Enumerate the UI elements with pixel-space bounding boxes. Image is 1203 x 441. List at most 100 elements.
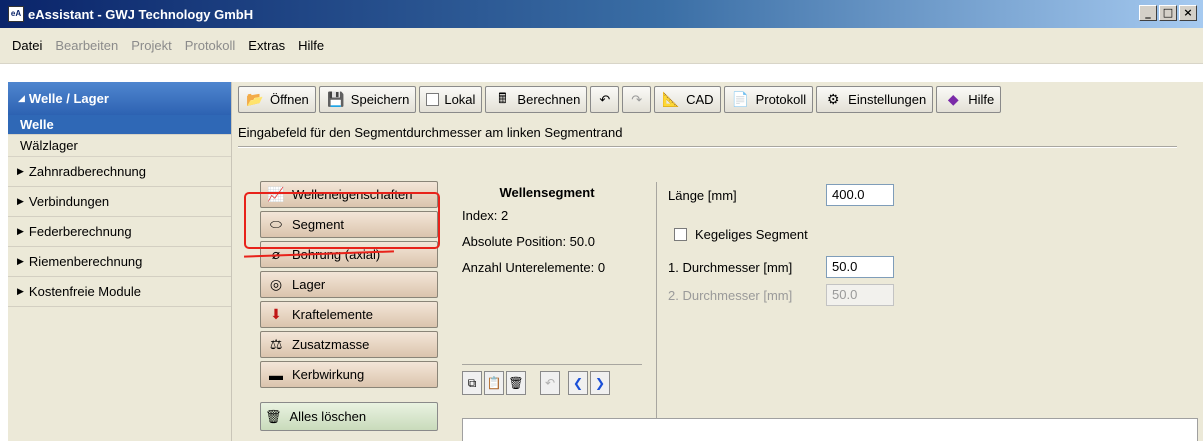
notch-effect-button[interactable]: ▬ Kerbwirkung xyxy=(260,361,438,388)
open-label: Öffnen xyxy=(270,92,309,107)
protocol-button[interactable]: 📄 Protokoll xyxy=(723,86,814,113)
clear-all-button[interactable]: 🗑 Alles löschen xyxy=(260,402,438,431)
sidebar-item-waelzlager[interactable]: Wälzlager xyxy=(8,135,231,157)
sidebar-item-label: Riemenberechnung xyxy=(28,254,143,269)
menu-bearbeiten[interactable]: Bearbeiten xyxy=(55,38,118,53)
undo-icon: ↶ xyxy=(599,91,611,107)
sidebar-item-welle[interactable]: Welle xyxy=(8,115,231,135)
next-segment-button[interactable]: ❯ xyxy=(590,371,610,395)
paste-segment-button[interactable]: 📋 xyxy=(484,371,504,395)
sidebar-item-label: Federberechnung xyxy=(28,224,132,239)
chevron-left-icon: ❮ xyxy=(572,376,584,390)
settings-label: Einstellungen xyxy=(848,92,927,107)
cad-button[interactable]: 📐 CAD xyxy=(654,86,721,113)
sidebar-item-verbindungen[interactable]: ▶ Verbindungen xyxy=(8,187,231,217)
diameter2-input: 50.0 xyxy=(826,284,894,306)
cad-icon: 📐 xyxy=(662,91,680,107)
additional-mass-button[interactable]: ⚖ Zusatzmasse xyxy=(260,331,438,358)
menu-hilfe[interactable]: Hilfe xyxy=(298,38,324,53)
length-label: Länge [mm] xyxy=(668,187,737,203)
force-elements-label: Kraftelemente xyxy=(292,307,373,322)
collapsed-arrow-icon: ▶ xyxy=(17,166,24,176)
collapsed-arrow-icon: ▶ xyxy=(17,286,24,296)
paste-icon: 📋 xyxy=(486,376,502,390)
conical-checkbox[interactable] xyxy=(674,228,687,241)
sidebar: ◢ Welle / Lager Welle Wälzlager ▶ Zahnra… xyxy=(8,82,232,441)
menu-projekt[interactable]: Projekt xyxy=(131,38,171,53)
divider xyxy=(238,146,1177,148)
checkbox-icon xyxy=(426,93,440,106)
sidebar-item-label: Zahnradberechnung xyxy=(28,164,147,179)
undo-icon: ↶ xyxy=(544,376,556,390)
settings-icon: ⚙ xyxy=(826,91,840,107)
conical-row: Kegeliges Segment xyxy=(674,227,808,242)
settings-button[interactable]: ⚙ Einstellungen xyxy=(816,86,934,113)
menu-bar: Datei Bearbeiten Projekt Protokoll Extra… xyxy=(0,28,1203,64)
sidebar-item-zahnradberechnung[interactable]: ▶ Zahnradberechnung xyxy=(8,157,231,187)
sidebar-section-label: Welle / Lager xyxy=(28,91,109,106)
sidebar-section-welle-lager[interactable]: ◢ Welle / Lager xyxy=(8,82,231,115)
sidebar-item-riemenberechnung[interactable]: ▶ Riemenberechnung xyxy=(8,247,231,277)
close-button[interactable]: × xyxy=(1179,5,1197,21)
protocol-label: Protokoll xyxy=(755,92,807,107)
maximize-button[interactable]: □ xyxy=(1159,5,1177,21)
shaft-view-panel xyxy=(462,418,1198,441)
length-row: Länge [mm] 400.0 xyxy=(668,184,894,206)
diameter1-input[interactable]: 50.0 xyxy=(826,256,894,278)
field-hint: Eingabefeld für den Segmentdurchmesser a… xyxy=(238,125,623,140)
segment-button[interactable]: ⬭ Segment xyxy=(260,211,438,238)
segment-abs-position: Absolute Position: 50.0 xyxy=(462,234,595,249)
menu-extras[interactable]: Extras xyxy=(248,38,285,53)
clear-all-label: Alles löschen xyxy=(289,409,367,424)
segment-cylinder-icon: ⬭ xyxy=(270,216,282,232)
protocol-icon: 📄 xyxy=(731,91,750,107)
sidebar-item-kostenfreie-module[interactable]: ▶ Kostenfreie Module xyxy=(8,277,231,307)
bearing-button[interactable]: ◎ Lager xyxy=(260,271,438,298)
local-checkbox[interactable]: Lokal xyxy=(419,86,483,113)
force-elements-button[interactable]: ⬇ Kraftelemente xyxy=(260,301,438,328)
save-label: Speichern xyxy=(350,92,410,107)
undo-segment-button[interactable]: ↶ xyxy=(540,371,560,395)
calculator-icon: 🖩 xyxy=(498,89,507,106)
minimize-button[interactable]: _ xyxy=(1139,5,1157,21)
cad-label: CAD xyxy=(686,92,714,107)
menu-datei[interactable]: Datei xyxy=(12,38,42,53)
sidebar-item-label: Verbindungen xyxy=(28,194,110,209)
main-panel: 📂 Öffnen 💾 Speichern Lokal 🖩 Berechnen ↶… xyxy=(232,82,1203,441)
previous-segment-button[interactable]: ❮ xyxy=(568,371,588,395)
trash-icon: 🗑 xyxy=(265,408,282,424)
undo-button[interactable]: ↶ xyxy=(590,86,620,113)
calculate-button[interactable]: 🖩 Berechnen xyxy=(485,86,588,113)
delete-segment-button[interactable]: 🗑 xyxy=(506,371,526,395)
help-button[interactable]: ◆ Hilfe xyxy=(936,86,1002,113)
copy-segment-button[interactable]: ⧉ xyxy=(462,371,482,395)
collapsed-arrow-icon: ▶ xyxy=(17,256,24,266)
trash-icon: 🗑 xyxy=(508,376,524,390)
window-controls: _ □ × xyxy=(1139,5,1197,21)
diameter1-row: 1. Durchmesser [mm] 50.0 xyxy=(668,256,894,278)
help-label: Hilfe xyxy=(968,92,995,107)
segment-actions: ⧉ 📋 🗑 ↶ ❮ ❯ xyxy=(462,364,642,404)
bearing-label: Lager xyxy=(292,277,326,292)
menu-protokoll[interactable]: Protokoll xyxy=(185,38,236,53)
redo-button[interactable]: ↷ xyxy=(622,86,652,113)
segment-sub-elements: Anzahl Unterelemente: 0 xyxy=(462,260,606,275)
sidebar-item-federberechnung[interactable]: ▶ Federberechnung xyxy=(8,217,231,247)
app-icon: eA xyxy=(8,6,24,22)
shaft-chart-icon: 📈 xyxy=(267,186,285,202)
segment-index: Index: 2 xyxy=(462,208,509,223)
save-button[interactable]: 💾 Speichern xyxy=(318,86,417,113)
notch-icon: ▬ xyxy=(269,366,283,383)
shaft-properties-button[interactable]: 📈 Welleneigenschaften xyxy=(260,181,438,208)
open-button[interactable]: 📂 Öffnen xyxy=(238,86,316,113)
chevron-right-icon: ❯ xyxy=(594,376,606,390)
segment-button-column: 📈 Welleneigenschaften ⬭ Segment ⌀ Bohrun… xyxy=(260,181,438,391)
additional-mass-label: Zusatzmasse xyxy=(292,337,370,352)
conical-label: Kegeliges Segment xyxy=(695,227,808,242)
calculate-label: Berechnen xyxy=(517,92,581,107)
local-label: Lokal xyxy=(444,92,476,107)
length-input[interactable]: 400.0 xyxy=(826,184,894,206)
copy-icon: ⧉ xyxy=(467,375,477,390)
